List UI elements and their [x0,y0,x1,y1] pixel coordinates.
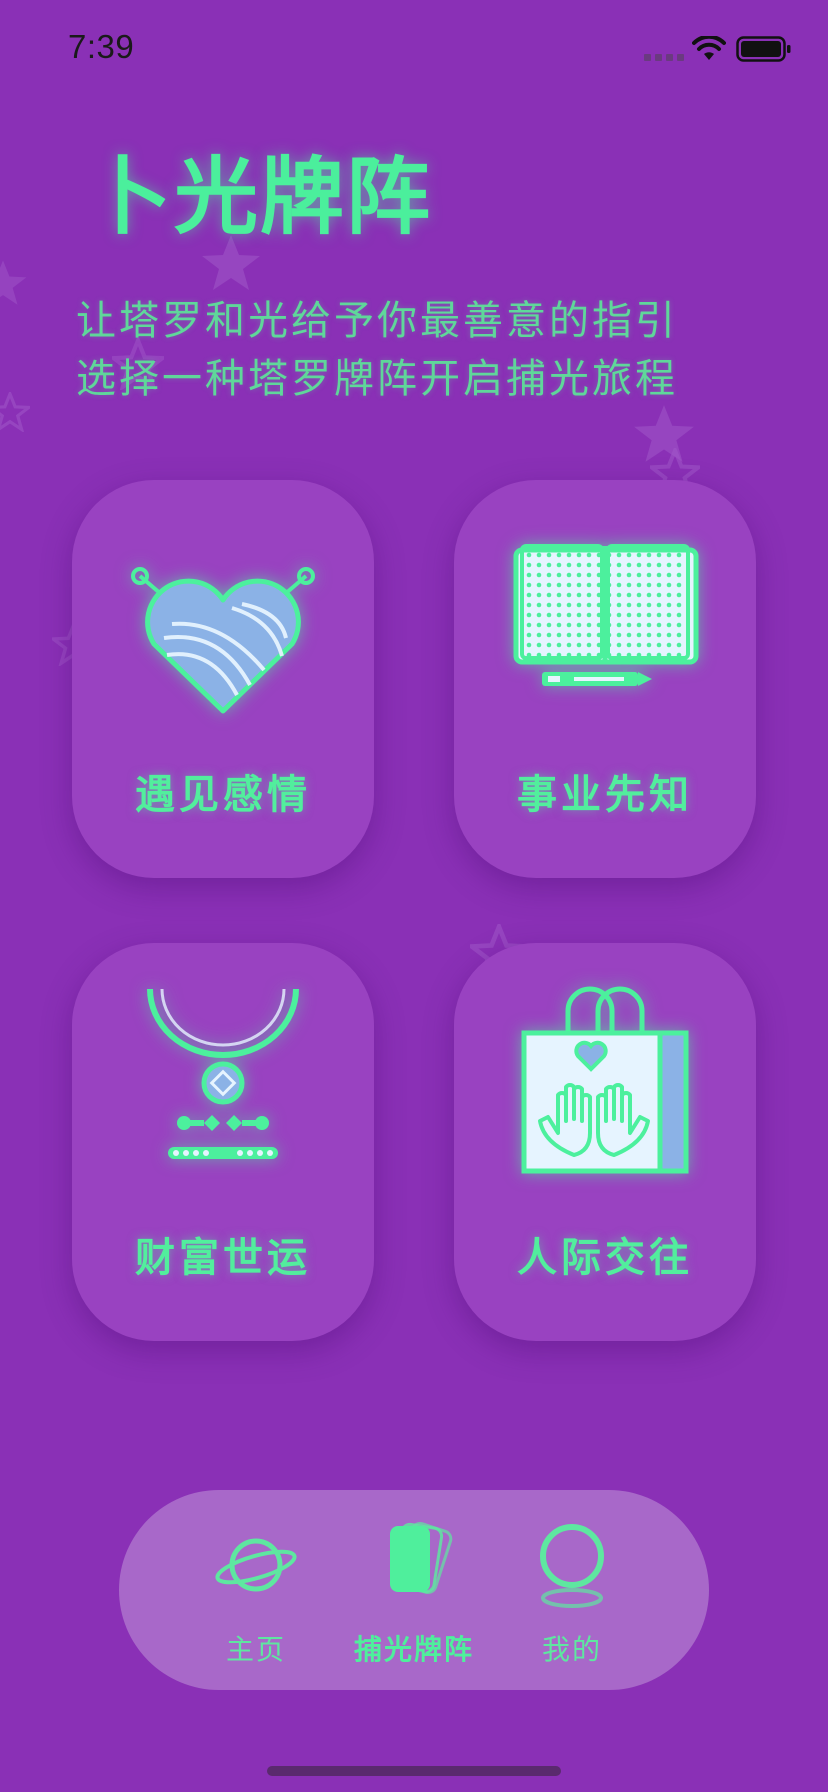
star-decoration-icon [0,392,30,432]
home-indicator [267,1766,561,1776]
battery-icon [736,36,791,62]
card-label: 事业先知 [517,772,693,818]
necklace-coin-icon [147,988,299,1159]
tab-label: 捕光牌阵 [353,1633,474,1666]
subtitle-line-2: 选择一种塔罗牌阵开启捕光旅程 [76,356,678,402]
page-title: 卜光牌阵 [88,148,433,246]
spread-card-relationships[interactable]: 人际交往 [454,943,756,1341]
card-label: 财富世运 [135,1235,311,1281]
subtitle-line-1: 让塔罗和光给予你最善意的指引 [76,298,678,344]
star-decoration-icon [0,260,27,305]
profile-ring-icon [540,1524,604,1608]
tab-spreads[interactable]: 捕光牌阵 [334,1520,494,1670]
status-icons [644,34,794,64]
open-book-icon [513,544,699,686]
planet-icon [215,1538,297,1592]
tab-profile[interactable]: 我的 [492,1520,652,1670]
status-bar: 7:39 [0,0,828,100]
gift-bag-hands-icon [521,986,689,1174]
signal-icon [644,54,684,61]
heart-yarn-icon [131,567,315,714]
spread-card-love[interactable]: 遇见感情 [72,480,374,878]
tab-home[interactable]: 主页 [176,1520,336,1670]
tab-label: 主页 [225,1633,286,1666]
tab-label: 我的 [541,1633,602,1666]
card-label: 遇见感情 [135,772,311,818]
tab-bar: 主页 捕光牌阵 我的 [119,1490,709,1690]
wifi-icon [692,36,726,60]
card-label: 人际交往 [517,1235,693,1281]
cards-icon [390,1521,453,1595]
spread-card-career[interactable]: 事业先知 [454,480,756,878]
status-time: 7:39 [68,28,135,65]
spread-card-wealth[interactable]: 财富世运 [72,943,374,1341]
